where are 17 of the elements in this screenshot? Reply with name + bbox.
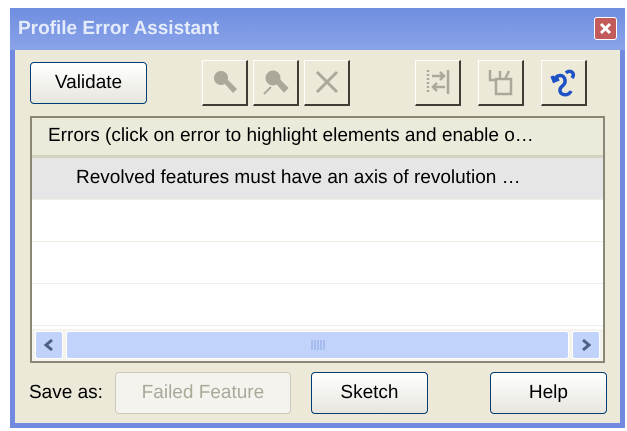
- scroll-left-button[interactable]: [35, 331, 63, 360]
- validate-button[interactable]: Validate: [30, 62, 147, 104]
- window-title: Profile Error Assistant: [18, 16, 219, 41]
- scroll-thumb[interactable]: [66, 331, 569, 360]
- save-as-label: Save as:: [29, 380, 103, 405]
- horizontal-scrollbar[interactable]: [32, 329, 603, 362]
- error-row[interactable]: Revolved features must have an axis of revolution …: [32, 158, 603, 200]
- footer-button[interactable]: Help: [490, 372, 607, 414]
- column-header[interactable]: Errors (click on error to highlight elements and enable o…: [32, 118, 603, 158]
- close-icon: [599, 22, 612, 36]
- close-button[interactable]: [594, 17, 617, 40]
- footer-button[interactable]: Sketch: [310, 372, 428, 414]
- scroll-right-button[interactable]: [572, 331, 600, 360]
- grip-icon: [310, 340, 324, 350]
- toolbar-button[interactable]: [541, 60, 587, 106]
- chevron-left-icon: [43, 338, 55, 352]
- chevron-right-icon: [580, 338, 592, 352]
